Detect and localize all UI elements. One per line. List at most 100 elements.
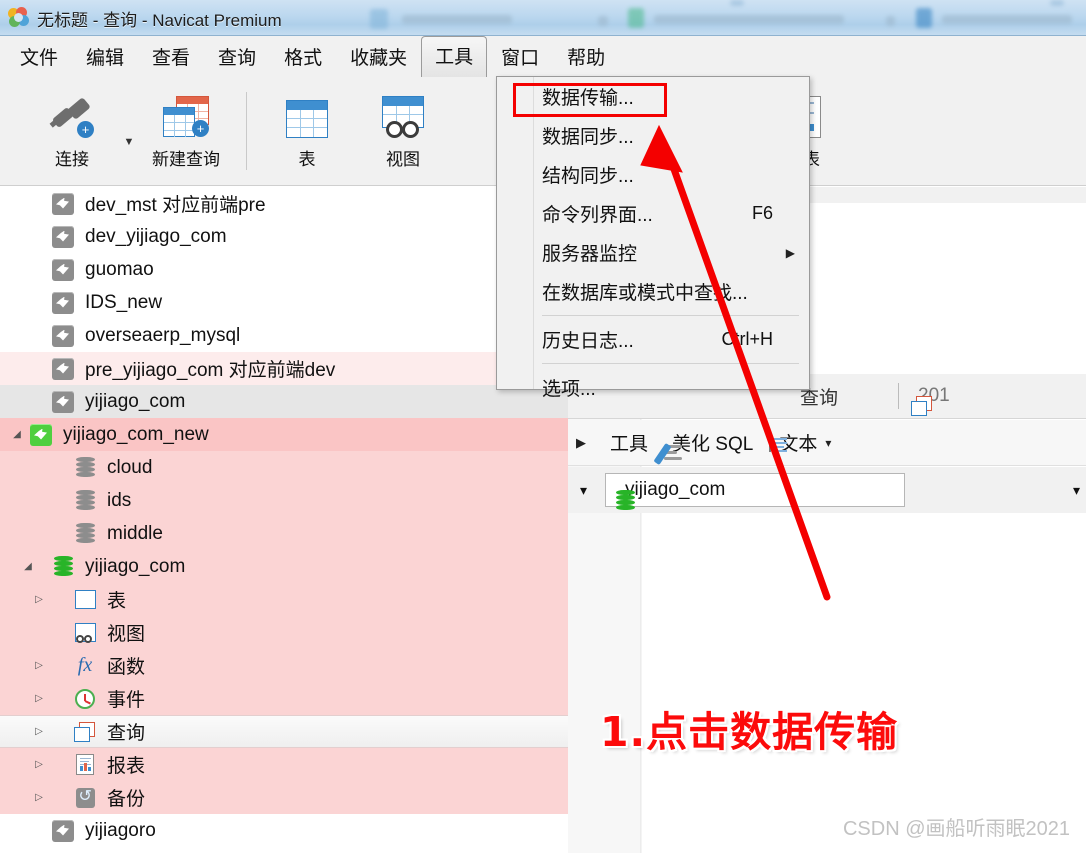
tree-item-label: middle — [107, 522, 163, 544]
menu-item-data-sync[interactable]: 数据同步... — [497, 116, 809, 155]
window-titlebar: 无标题 - 查询 - Navicat Premium — [0, 0, 1086, 36]
text-view-button[interactable]: 文本 ▾ — [769, 429, 831, 456]
connection-icon — [50, 225, 76, 249]
tree-twisty-expanded-icon[interactable]: ◢ — [6, 561, 50, 572]
menu-item-options[interactable]: 选项... — [497, 368, 809, 407]
database-combo[interactable]: yijiago_com — [605, 473, 906, 510]
tree-item-connection[interactable]: yijiago_com — [0, 385, 568, 418]
tree-item-label: 备份 — [107, 789, 146, 810]
object-tree-sidebar[interactable]: dev_mst 对应前端pre dev_yijiago_com guomao I… — [0, 187, 568, 853]
connection-icon — [50, 390, 76, 414]
menu-file[interactable]: 文件 — [6, 37, 72, 76]
menu-item-history-log[interactable]: 历史日志... Ctrl+H — [497, 320, 809, 359]
tree-item-label: dev_yijiago_com — [85, 225, 227, 247]
tree-item-label: 表 — [107, 591, 127, 612]
tools-button-label[interactable]: 工具 — [610, 429, 648, 456]
tree-item-connection[interactable]: guomao — [0, 253, 568, 286]
connection-dropdown-caret-icon[interactable]: ▼ — [120, 114, 138, 148]
tree-twisty-collapsed-icon[interactable]: ▷ — [6, 660, 72, 671]
tree-twisty-expanded-icon[interactable]: ◢ — [6, 429, 28, 440]
toolbar-label-new-query: 新建查询 — [152, 149, 220, 169]
tree-item-database[interactable]: middle — [0, 517, 568, 550]
left-combo-caret-icon[interactable]: ▾ — [580, 482, 587, 499]
beautify-sql-label: 美化 SQL — [672, 434, 754, 455]
menu-favorites[interactable]: 收藏夹 — [336, 37, 421, 76]
tree-item-database[interactable]: ids — [0, 484, 568, 517]
plug-connect-icon: + — [49, 92, 95, 138]
menu-item-label: 数据同步... — [542, 127, 634, 148]
tree-item-connection[interactable]: overseaerp_mysql — [0, 319, 568, 352]
tree-item-views[interactable]: 视图 — [0, 616, 568, 649]
beautify-sql-button[interactable]: 美化 SQL — [653, 429, 754, 465]
new-query-icon: + — [163, 92, 209, 138]
tree-item-functions[interactable]: ▷ fx 函数 — [0, 649, 568, 682]
menu-item-console[interactable]: 命令列界面... F6 — [497, 194, 809, 233]
connection-icon — [50, 324, 76, 348]
tree-item-connection[interactable]: pre_yijiago_com 对应前端dev — [0, 352, 568, 385]
tree-item-label: dev_mst 对应前端pre — [85, 195, 266, 216]
menu-item-server-monitor[interactable]: 服务器监控 ▶ — [497, 233, 809, 272]
tree-item-queries[interactable]: ▷ 查询 — [0, 715, 568, 748]
view-icon — [382, 92, 424, 138]
menu-edit[interactable]: 编辑 — [72, 37, 138, 76]
menu-view[interactable]: 查看 — [138, 37, 204, 76]
database-selector-row: ▾ yijiago_com ▾ — [568, 467, 1086, 513]
tree-item-connection[interactable]: dev_mst 对应前端pre — [0, 187, 568, 220]
annotation-text: 1.点击数据传输 — [600, 708, 899, 756]
watermark-text: CSDN @画船听雨眠2021 — [842, 818, 1070, 840]
window-title: 无标题 - 查询 - Navicat Premium — [37, 10, 282, 30]
menu-format[interactable]: 格式 — [270, 37, 336, 76]
document-icon — [769, 432, 788, 452]
menu-query[interactable]: 查询 — [204, 37, 270, 76]
tree-item-database-open[interactable]: ◢ yijiago_com — [0, 550, 568, 583]
tree-item-tables[interactable]: ▷ 表 — [0, 583, 568, 616]
submenu-arrow-icon: ▶ — [785, 245, 795, 260]
tree-item-label: yijiago_com_new — [63, 423, 209, 445]
tree-twisty-collapsed-icon[interactable]: ▷ — [6, 792, 72, 803]
annotation-highlight-box — [513, 83, 667, 117]
toolbar-button-view[interactable]: 视图 — [355, 85, 451, 177]
tree-twisty-collapsed-icon[interactable]: ▷ — [6, 693, 72, 704]
tree-item-connection[interactable]: dev_yijiago_com — [0, 220, 568, 253]
view-icon — [72, 621, 98, 645]
tree-item-connection-selected[interactable]: ◢ yijiago_com_new — [0, 418, 568, 451]
tree-item-connection[interactable]: IDS_new — [0, 286, 568, 319]
chevron-down-icon[interactable]: ▾ — [825, 436, 831, 450]
tree-twisty-collapsed-icon[interactable]: ▷ — [6, 726, 72, 737]
table-icon — [286, 92, 328, 138]
tree-item-label: overseaerp_mysql — [85, 324, 241, 346]
tree-item-events[interactable]: ▷ 事件 — [0, 682, 568, 715]
event-clock-icon — [72, 687, 98, 711]
menu-help[interactable]: 帮助 — [553, 37, 619, 76]
connection-icon — [50, 357, 76, 381]
tree-item-label: guomao — [85, 258, 154, 280]
menu-window[interactable]: 窗口 — [487, 37, 553, 76]
database-combo-caret-icon[interactable]: ▾ — [1073, 482, 1080, 499]
menu-item-structure-sync[interactable]: 结构同步... — [497, 155, 809, 194]
toolbar-button-new-query[interactable]: + 新建查询 — [138, 85, 234, 177]
query-object-chip[interactable]: 201 — [911, 385, 950, 416]
table-icon — [72, 588, 98, 612]
tree-twisty-collapsed-icon[interactable]: ▷ — [6, 759, 72, 770]
tree-item-label: 视图 — [107, 624, 146, 645]
menu-tools[interactable]: 工具 — [421, 35, 488, 77]
tree-item-label: cloud — [107, 456, 153, 478]
tree-twisty-collapsed-icon[interactable]: ▷ — [6, 594, 72, 605]
menu-item-find-in-database[interactable]: 在数据库或模式中查找... — [497, 272, 809, 311]
toolbar-label-view: 视图 — [386, 149, 420, 169]
tree-item-label: 报表 — [107, 756, 146, 777]
toolbar-button-connection[interactable]: + 连接 — [24, 85, 120, 177]
tree-item-reports[interactable]: ▷ 报表 — [0, 748, 568, 781]
tree-item-backups[interactable]: ▷ 备份 — [0, 781, 568, 814]
tools-dropdown-menu[interactable]: 数据传输... 数据同步... 结构同步... 命令列界面... F6 服务器监… — [496, 76, 810, 400]
menu-item-label: 选项... — [542, 379, 596, 400]
expand-toolbar-caret-icon[interactable]: ▶ — [576, 435, 586, 451]
toolbar-button-table[interactable]: 表 — [259, 85, 355, 177]
menu-item-label: 历史日志... — [542, 331, 634, 352]
tree-item-connection[interactable]: yijiagoro — [0, 814, 568, 847]
database-icon — [72, 522, 98, 546]
menu-separator — [542, 315, 799, 316]
toolbar-label-connection: 连接 — [55, 149, 89, 169]
function-icon: fx — [77, 654, 93, 676]
tree-item-database[interactable]: cloud — [0, 451, 568, 484]
